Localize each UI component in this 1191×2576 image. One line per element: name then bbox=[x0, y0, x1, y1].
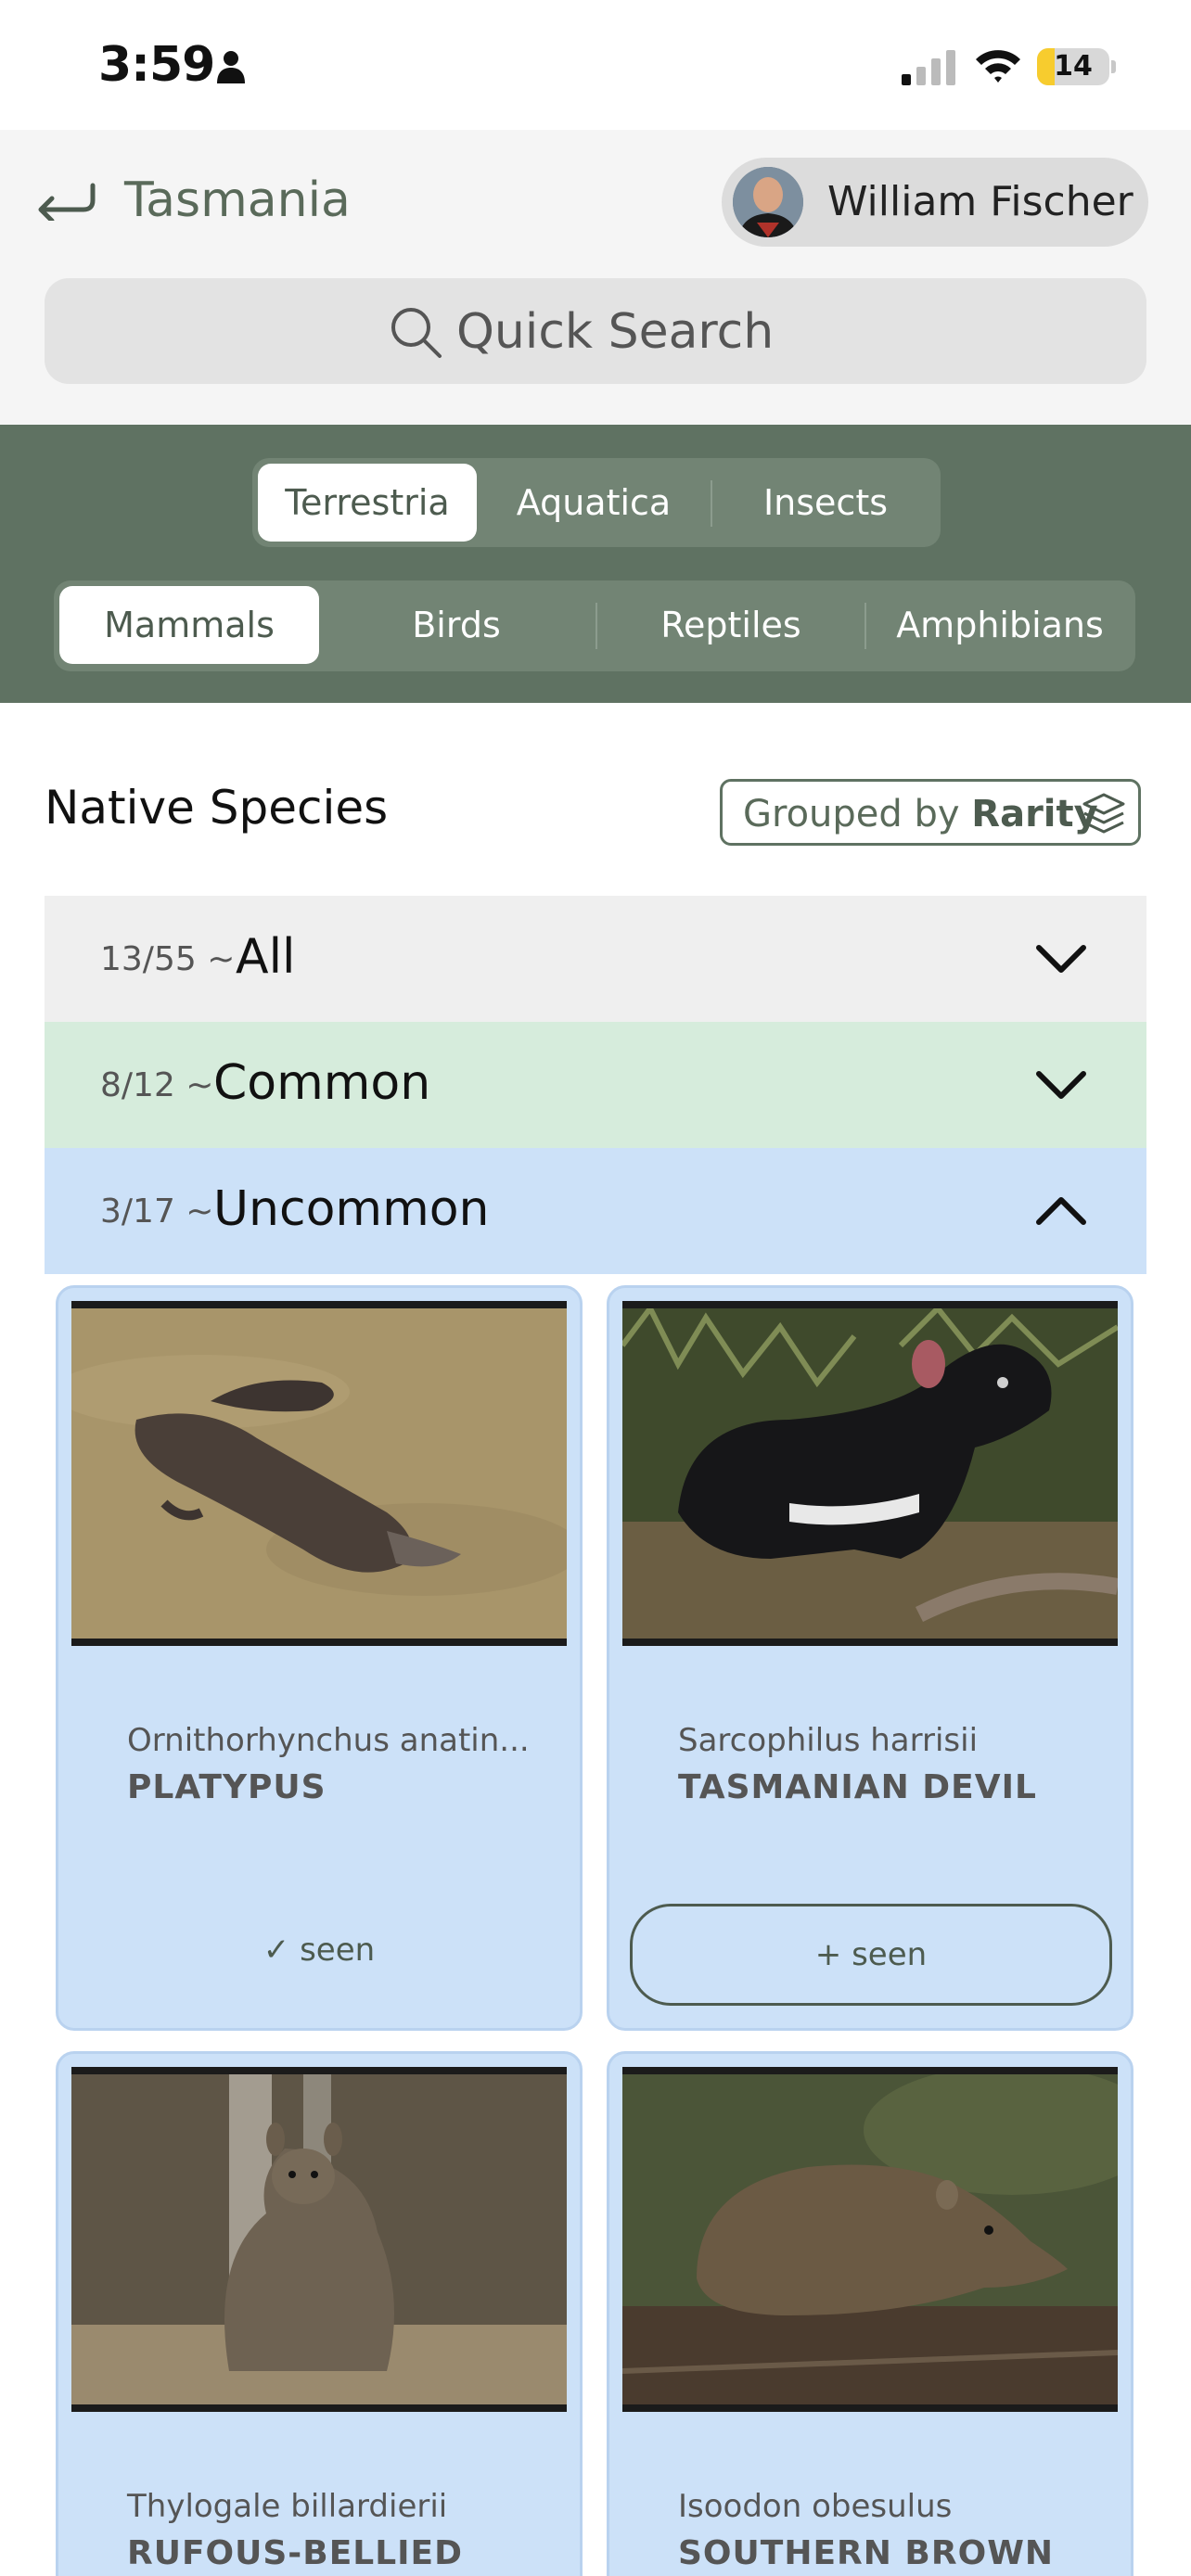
group-label: Uncommon bbox=[213, 1181, 490, 1237]
tab-reptiles[interactable]: Reptiles bbox=[601, 586, 861, 664]
section-title: Native Species bbox=[45, 781, 389, 835]
scientific-name: Thylogale billardierii bbox=[127, 2488, 448, 2525]
species-card-platypus[interactable]: Ornithorhynchus anatin... PLATYPUS ✓ see… bbox=[56, 1285, 583, 2031]
class-segmented-control: Mammals Birds Reptiles Amphibians bbox=[54, 580, 1135, 671]
tab-terrestria[interactable]: Terrestria bbox=[258, 464, 477, 542]
search-icon bbox=[391, 308, 442, 358]
cellular-signal-icon bbox=[902, 50, 955, 85]
group-row-common[interactable]: 8/12 ~ Common bbox=[45, 1022, 1146, 1148]
scientific-name: Isoodon obesulus bbox=[678, 2488, 953, 2525]
group-count: 3/17 ~ bbox=[100, 1192, 214, 1231]
species-card-southern-brown[interactable]: Isoodon obesulus SOUTHERN BROWN bbox=[607, 2051, 1133, 2576]
app-header: Tasmania William Fischer Quick Search bbox=[0, 130, 1191, 425]
common-name: RUFOUS-BELLIED bbox=[127, 2534, 464, 2572]
status-time: 3:59 bbox=[98, 37, 215, 93]
person-icon bbox=[217, 51, 245, 83]
chevron-down-icon bbox=[1036, 1071, 1086, 1099]
group-row-all[interactable]: 13/55 ~ All bbox=[45, 896, 1146, 1022]
group-label: Common bbox=[213, 1055, 431, 1111]
common-name: SOUTHERN BROWN bbox=[678, 2534, 1055, 2572]
chevron-down-icon bbox=[1036, 945, 1086, 973]
tab-insects[interactable]: Insects bbox=[716, 464, 935, 542]
tab-amphibians[interactable]: Amphibians bbox=[870, 586, 1130, 664]
avatar bbox=[733, 167, 803, 237]
common-name: TASMANIAN DEVIL bbox=[678, 1768, 1037, 1806]
back-arrow-icon[interactable] bbox=[33, 178, 96, 221]
group-label: All bbox=[236, 929, 296, 985]
mark-seen-button[interactable]: + seen bbox=[630, 1904, 1112, 2006]
layers-icon bbox=[1082, 793, 1125, 834]
chevron-up-icon bbox=[1036, 1197, 1086, 1225]
tab-birds[interactable]: Birds bbox=[327, 586, 586, 664]
group-by-button[interactable]: Grouped by Rarity bbox=[720, 779, 1141, 846]
search-input[interactable]: Quick Search bbox=[45, 278, 1146, 384]
search-placeholder: Quick Search bbox=[456, 304, 775, 360]
user-name: William Fischer bbox=[827, 178, 1133, 225]
user-profile-chip[interactable]: William Fischer bbox=[722, 158, 1148, 247]
species-card-tasmanian-devil[interactable]: Sarcophilus harrisii TASMANIAN DEVIL + s… bbox=[607, 1285, 1133, 2031]
group-by-label: Grouped by Rarity bbox=[743, 793, 1098, 835]
group-row-uncommon[interactable]: 3/17 ~ Uncommon bbox=[45, 1148, 1146, 1274]
group-count: 8/12 ~ bbox=[100, 1066, 214, 1104]
battery-indicator: 14 bbox=[1037, 48, 1116, 85]
status-bar: 3:59 14 bbox=[0, 0, 1191, 130]
wifi-icon bbox=[976, 50, 1020, 83]
page-title: Tasmania bbox=[124, 172, 351, 228]
common-name: PLATYPUS bbox=[127, 1768, 327, 1806]
tab-aquatica[interactable]: Aquatica bbox=[484, 464, 703, 542]
species-photo bbox=[622, 1301, 1118, 1646]
group-count: 13/55 ~ bbox=[100, 940, 236, 978]
species-photo bbox=[71, 1301, 567, 1646]
scientific-name: Ornithorhynchus anatin... bbox=[127, 1722, 530, 1759]
habitat-segmented-control: Terrestria Aquatica Insects bbox=[252, 458, 941, 547]
scientific-name: Sarcophilus harrisii bbox=[678, 1722, 979, 1759]
battery-percent: 14 bbox=[1054, 50, 1093, 83]
species-photo bbox=[622, 2067, 1118, 2412]
seen-status: ✓ seen bbox=[263, 1932, 376, 1969]
species-photo bbox=[71, 2067, 567, 2412]
species-card-rufous-bellied[interactable]: Thylogale billardierii RUFOUS-BELLIED bbox=[56, 2051, 583, 2576]
tab-mammals[interactable]: Mammals bbox=[59, 586, 319, 664]
filter-bar: Terrestria Aquatica Insects Mammals Bird… bbox=[0, 425, 1191, 703]
